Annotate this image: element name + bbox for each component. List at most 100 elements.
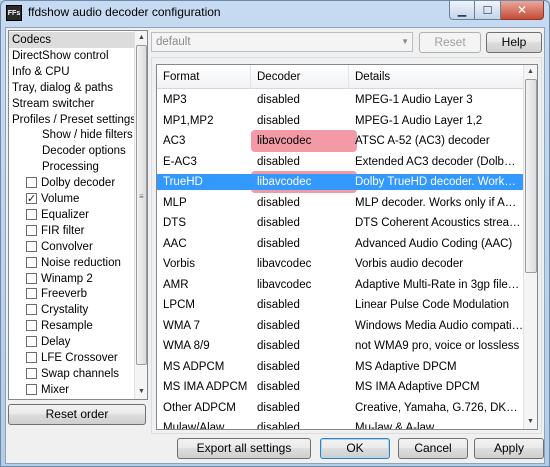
- checkbox[interactable]: [26, 304, 37, 316]
- table-row[interactable]: DTS disabled DTS Coherent Acoustics strea…: [157, 215, 524, 231]
- decoder-cell: disabled: [257, 94, 300, 106]
- sidebar-item-label: Noise reduction: [41, 256, 121, 269]
- sidebar-item-label: Delay: [41, 336, 71, 349]
- sidebar-item[interactable]: Equalizer: [9, 207, 135, 223]
- sidebar-item[interactable]: Stream switcher: [9, 96, 135, 112]
- table-row[interactable]: WMA 8/9 disabled not WMA9 pro, voice or lo…: [157, 338, 524, 354]
- title-bar[interactable]: FFs ffdshow audio decoder configuration …: [1, 1, 549, 25]
- maximize-icon: ☐: [482, 4, 493, 17]
- sidebar-item[interactable]: Profiles / Preset settings: [9, 112, 136, 128]
- table-row[interactable]: WMA 7 disabled Windows Media Audio compati…: [157, 318, 524, 334]
- details-cell: DTS Coherent Acoustics strea…: [355, 217, 521, 229]
- table-row[interactable]: AMR libavcodec Adaptive Multi-Rate in 3gp …: [157, 277, 524, 293]
- decoder-cell: libavcodec: [257, 135, 312, 147]
- reset-order-button[interactable]: Reset order: [8, 404, 146, 425]
- table-row[interactable]: Vorbis libavcodec Vorbis audio decoder: [157, 256, 524, 272]
- sidebar-item[interactable]: Tray, dialog & paths: [9, 80, 135, 96]
- column-header-format[interactable]: Format: [157, 65, 251, 89]
- checkbox[interactable]: [26, 272, 37, 284]
- sidebar-item[interactable]: Dolby decoder: [9, 175, 135, 191]
- sidebar-item[interactable]: DirectShow control: [9, 48, 135, 64]
- scroll-down-arrow-icon[interactable]: ▼: [135, 385, 147, 398]
- sidebar-item[interactable]: Resample: [9, 318, 135, 334]
- sidebar-item-label: Dolby decoder: [41, 177, 116, 190]
- table-row[interactable]: Mulaw/Alaw disabled Mu-law & A-law: [157, 420, 524, 430]
- sidebar-item[interactable]: Winamp 2: [9, 271, 135, 287]
- table-row[interactable]: TrueHD libavcodec Dolby TrueHD decoder. Wo…: [157, 174, 524, 190]
- checkbox[interactable]: [26, 288, 37, 300]
- checkbox[interactable]: [26, 336, 37, 348]
- sidebar-item[interactable]: Decoder options: [9, 143, 135, 159]
- table-row[interactable]: MS IMA ADPCM disabled MS IMA Adaptive DPCM: [157, 379, 524, 395]
- preset-select[interactable]: default ▼: [151, 32, 413, 52]
- format-cell: Other ADPCM: [163, 401, 236, 414]
- details-cell: Mu-law & A-law: [355, 422, 435, 430]
- checkbox[interactable]: [26, 240, 37, 252]
- decoder-cell: disabled: [257, 381, 300, 393]
- sidebar-item[interactable]: Show / hide filters: [9, 127, 135, 143]
- checkbox[interactable]: [26, 224, 37, 236]
- format-cell: MP1,MP2: [163, 114, 214, 127]
- reset-button[interactable]: Reset: [419, 32, 481, 53]
- table-row[interactable]: AAC disabled Advanced Audio Coding (AAC): [157, 236, 524, 252]
- table-row[interactable]: MP3 disabled MPEG-1 Audio Layer 3: [157, 92, 524, 108]
- checkbox[interactable]: [26, 256, 37, 268]
- settings-tree[interactable]: Codecs DirectShow control Info & CPU Tray, …: [8, 30, 148, 400]
- list-scroll-up-arrow-icon[interactable]: ▲: [524, 65, 537, 78]
- sidebar-item[interactable]: Swap channels: [9, 366, 135, 382]
- column-header-decoder[interactable]: Decoder: [251, 65, 349, 89]
- codecs-list[interactable]: MP3 disabled MPEG-1 Audio Layer 3 MP1,MP2 di…: [156, 64, 538, 430]
- sidebar-item[interactable]: Processing: [9, 159, 135, 175]
- column-header-details[interactable]: Details: [349, 65, 524, 89]
- sidebar-item-label: Stream switcher: [12, 97, 95, 110]
- checkbox[interactable]: [26, 367, 37, 379]
- apply-button[interactable]: Apply: [474, 438, 544, 459]
- details-cell: Creative, Yamaha, G.726, DK…: [355, 401, 518, 414]
- checkbox-checked[interactable]: [26, 191, 37, 207]
- tree-scroll-thumb[interactable]: ≡: [136, 45, 147, 365]
- minimize-button[interactable]: ▁: [449, 1, 475, 20]
- checkbox[interactable]: [26, 352, 37, 363]
- codecs-list-scrollbar[interactable]: ▲ ▼: [523, 65, 537, 429]
- sidebar-item[interactable]: Volume: [9, 191, 135, 207]
- format-cell: MS IMA ADPCM: [163, 381, 248, 393]
- sidebar-item[interactable]: Convolver: [9, 239, 135, 255]
- codecs-panel: MP3 disabled MPEG-1 Audio Layer 3 MP1,MP2 di…: [151, 57, 542, 434]
- sidebar-item[interactable]: Freeverb: [9, 286, 135, 302]
- table-row[interactable]: AC3 libavcodec ATSC A-52 (AC3) decoder: [157, 133, 524, 149]
- sidebar-item[interactable]: OSD: [9, 398, 135, 399]
- details-cell: Adaptive Multi-Rate in 3gp file…: [355, 278, 520, 291]
- close-button[interactable]: ✕: [501, 1, 544, 20]
- sidebar-item[interactable]: Info & CPU: [9, 64, 135, 80]
- scroll-up-arrow-icon[interactable]: ▲: [135, 31, 147, 44]
- sidebar-item[interactable]: Delay: [9, 334, 135, 350]
- checkbox[interactable]: [26, 320, 37, 332]
- cancel-button[interactable]: Cancel: [398, 438, 468, 459]
- checkbox[interactable]: [26, 383, 37, 395]
- list-scroll-down-arrow-icon[interactable]: ▼: [524, 415, 537, 428]
- codecs-scroll-thumb[interactable]: [525, 79, 537, 273]
- checkbox[interactable]: [26, 177, 37, 189]
- sidebar-item[interactable]: Codecs: [9, 32, 135, 48]
- checkbox[interactable]: [26, 208, 37, 220]
- tree-scrollbar[interactable]: ▲ ≡ ▼: [134, 31, 147, 399]
- table-row[interactable]: MLP disabled MLP decoder. Works only if A…: [157, 195, 524, 211]
- maximize-button[interactable]: ☐: [475, 1, 501, 20]
- table-row[interactable]: Other ADPCM disabled Creative, Yamaha, G.7…: [157, 400, 524, 416]
- format-cell: MP3: [163, 94, 187, 106]
- table-row[interactable]: MP1,MP2 disabled MPEG-1 Audio Layer 1,2: [157, 113, 524, 129]
- table-row[interactable]: LPCM disabled Linear Pulse Code Modulation: [157, 297, 524, 313]
- sidebar-item[interactable]: Crystality: [9, 302, 135, 318]
- decoder-cell: disabled: [257, 237, 300, 250]
- decoder-cell: libavcodec: [257, 278, 312, 291]
- decoder-cell: disabled: [257, 422, 300, 430]
- export-all-settings-button[interactable]: Export all settings: [177, 438, 311, 459]
- sidebar-item[interactable]: FIR filter: [9, 223, 135, 239]
- ok-button[interactable]: OK: [320, 438, 390, 459]
- table-row[interactable]: MS ADPCM disabled MS Adaptive DPCM: [157, 359, 524, 375]
- help-button[interactable]: Help: [486, 32, 542, 53]
- sidebar-item[interactable]: Mixer: [9, 382, 135, 398]
- table-row[interactable]: E-AC3 disabled Extended AC3 decoder (Dolb…: [157, 154, 524, 170]
- sidebar-item[interactable]: LFE Crossover: [9, 350, 135, 366]
- sidebar-item[interactable]: Noise reduction: [9, 255, 135, 271]
